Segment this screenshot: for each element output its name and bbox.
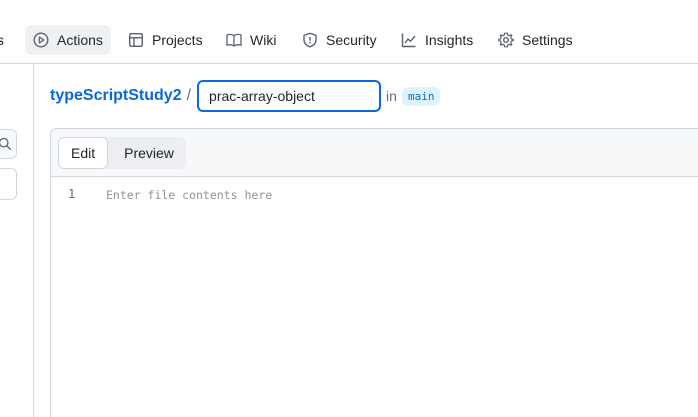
nav-item-settings[interactable]: Settings	[498, 25, 573, 55]
play-icon	[33, 32, 49, 48]
tab-preview[interactable]: Preview	[108, 137, 186, 169]
nav-item-projects[interactable]: Projects	[128, 25, 203, 55]
nav-item-insights[interactable]: Insights	[401, 25, 473, 55]
breadcrumb-separator: /	[186, 87, 192, 104]
branch-badge: main	[401, 86, 441, 106]
nav-item-actions[interactable]: Actions	[25, 25, 111, 55]
editor-placeholder: Enter file contents here	[106, 188, 273, 202]
graph-icon	[401, 32, 417, 48]
book-icon	[226, 32, 242, 48]
in-label: in	[386, 88, 397, 104]
gear-icon	[498, 32, 514, 48]
search-icon	[0, 137, 12, 151]
nav-item-wiki[interactable]: Wiki	[226, 25, 276, 55]
editor-header: Edit Preview	[51, 129, 698, 177]
filename-input[interactable]	[197, 80, 382, 112]
table-icon	[128, 32, 144, 48]
nav-item-partial[interactable]: ts	[0, 25, 4, 55]
nav-item-projects-label: Projects	[152, 32, 203, 48]
shield-icon	[302, 32, 318, 48]
search-button[interactable]	[0, 129, 17, 159]
repo-link[interactable]: typeScriptStudy2	[50, 87, 182, 105]
repo-nav: ts Actions Projects Wiki Security Insigh…	[0, 0, 698, 64]
code-editor-area[interactable]: 1 Enter file contents here	[51, 177, 698, 417]
file-tree-sidebar	[0, 64, 34, 417]
editor-tabs: Edit Preview	[58, 137, 186, 169]
breadcrumb: typeScriptStudy2 / in main	[50, 80, 441, 112]
tab-edit[interactable]: Edit	[58, 137, 109, 169]
nav-item-security[interactable]: Security	[302, 25, 377, 55]
file-editor: Edit Preview 1 Enter file contents here	[50, 128, 698, 417]
nav-item-wiki-label: Wiki	[250, 32, 277, 48]
line-number: 1	[68, 187, 76, 201]
filter-input[interactable]	[0, 168, 17, 200]
nav-item-insights-label: Insights	[425, 32, 474, 48]
nav-item-actions-label: Actions	[57, 32, 103, 48]
nav-item-security-label: Security	[326, 32, 377, 48]
nav-item-partial-label: ts	[0, 32, 4, 48]
nav-item-settings-label: Settings	[522, 32, 573, 48]
